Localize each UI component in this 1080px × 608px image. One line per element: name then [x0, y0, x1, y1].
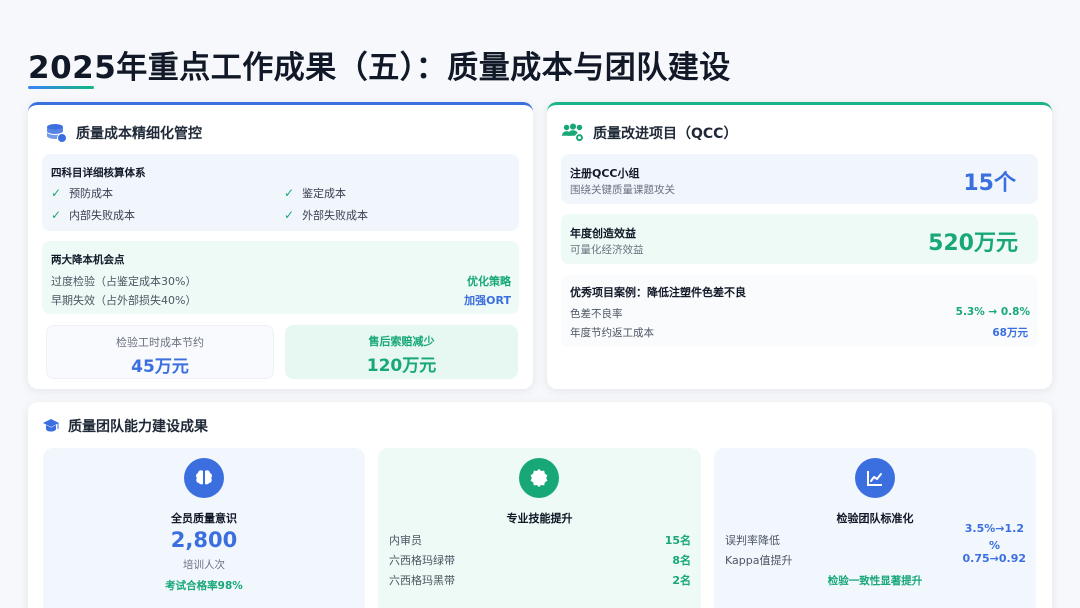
badge-icon: [519, 458, 559, 498]
accounting-system-panel: 四科目详细核算体系 ✓ 预防成本 ✓ 鉴定成本 ✓ 内部失败成本 ✓ 外部失败成…: [42, 154, 519, 231]
check-item-prevention: ✓ 预防成本: [51, 186, 114, 200]
qcc-groups-value: 15个: [963, 171, 1016, 196]
cost-reduction-title: 两大降本机会点: [51, 254, 125, 266]
check-item-internal-failure: ✓ 内部失败成本: [51, 208, 136, 222]
awareness-card: 全员质量意识 2,800 培训人次 考试合格率98%: [43, 448, 365, 608]
qcc-title: 质量改进项目（QCC）: [593, 126, 738, 142]
check-icon: ✓: [51, 208, 62, 222]
opportunity-action: 优化策略: [467, 275, 511, 288]
check-icon: ✓: [284, 186, 295, 200]
qcc-case-value: 5.3% → 0.8%: [955, 306, 1030, 318]
database-coins-icon: [44, 121, 68, 145]
skills-row-label: 六西格玛绿带: [389, 554, 455, 567]
stat-label: 检验工时成本节约: [116, 336, 204, 349]
skills-row-value: 2名: [672, 574, 691, 587]
qcc-card: 质量改进项目（QCC） 注册QCC小组 围绕关键质量课题攻关 15个 年度创造效…: [547, 102, 1052, 389]
skills-row-label: 内审员: [389, 534, 422, 547]
cost-reduction-panel: 两大降本机会点 过度检验（占鉴定成本30%） 优化策略 早期失效（占外部损失40…: [42, 241, 519, 314]
inspection-row-value: 0.75→0.92: [962, 552, 1027, 565]
skills-row-value: 15名: [664, 534, 691, 547]
inspection-row-label: Kappa值提升: [725, 554, 793, 567]
stat-label: 售后索赔减少: [368, 335, 435, 348]
qcc-groups-sub: 围绕关键质量课题攻关: [570, 184, 675, 196]
stat-value: 45万元: [131, 357, 189, 377]
qcc-case-panel: 优秀项目案例：降低注塑件色差不良 色差不良率 5.3% → 0.8% 年度节约返…: [561, 275, 1038, 347]
check-item-appraisal: ✓ 鉴定成本: [284, 186, 347, 200]
skills-title: 专业技能提升: [506, 512, 573, 525]
title-underline: [28, 86, 94, 89]
graduation-cap-icon: [42, 417, 60, 435]
accounting-system-title: 四科目详细核算体系: [51, 167, 146, 179]
qcc-case-label: 年度节约返工成本: [570, 327, 654, 339]
opportunity-text: 早期失效（占外部损失40%）: [51, 294, 197, 307]
qcc-benefit-label: 年度创造效益: [570, 227, 636, 240]
check-item-external-failure: ✓ 外部失败成本: [284, 208, 369, 222]
stat-value: 120万元: [366, 356, 437, 376]
team-building-header: 质量团队能力建设成果: [42, 416, 208, 436]
qcc-case-value: 68万元: [992, 327, 1028, 339]
team-building-title: 质量团队能力建设成果: [68, 419, 208, 435]
inspection-standard-card: 检验团队标准化 误判率降低 3.5%→1.2 % Kappa值提升 0.75→0…: [714, 448, 1036, 608]
claim-reduction-stat: 售后索赔减少 120万元: [285, 325, 518, 379]
opportunity-text: 过度检验（占鉴定成本30%）: [51, 275, 197, 288]
opportunity-action: 加强ORT: [464, 294, 511, 307]
page-title: 2025年重点工作成果（五）：质量成本与团队建设: [28, 50, 731, 86]
inspection-row-value-wrap: %: [988, 539, 1000, 552]
skills-row-label: 六西格玛黑带: [389, 574, 455, 587]
check-icon: ✓: [51, 186, 62, 200]
qcc-header: 质量改进项目（QCC）: [561, 121, 737, 145]
quality-cost-card: 质量成本精细化管控 四科目详细核算体系 ✓ 预防成本 ✓ 鉴定成本 ✓ 内部失败…: [28, 102, 533, 389]
inspection-row-label: 误判率降低: [725, 534, 780, 547]
qcc-groups-label: 注册QCC小组: [570, 167, 640, 180]
inspection-saving-stat: 检验工时成本节约 45万元: [46, 325, 274, 379]
inspection-footer: 检验一致性显著提升: [827, 575, 923, 587]
quality-cost-title: 质量成本精细化管控: [76, 126, 202, 142]
awareness-value: 2,800: [170, 528, 238, 552]
skills-card: 专业技能提升 内审员 15名 六西格玛绿带 8名 六西格玛黑带 2名: [378, 448, 701, 608]
awareness-sub: 培训人次: [183, 559, 225, 571]
team-gear-icon: [561, 121, 585, 145]
qcc-case-label: 色差不良率: [570, 308, 623, 320]
team-building-card: 质量团队能力建设成果 全员质量意识 2,800 培训人次 考试合格率98% 专业…: [28, 402, 1052, 608]
brain-icon: [184, 458, 224, 498]
qcc-benefit-value: 520万元: [928, 231, 1018, 256]
check-icon: ✓: [284, 208, 295, 222]
quality-cost-header: 质量成本精细化管控: [44, 121, 202, 145]
chart-line-icon: [855, 458, 895, 498]
awareness-title: 全员质量意识: [171, 512, 237, 525]
awareness-footer: 考试合格率98%: [165, 580, 243, 592]
inspection-row-value: 3.5%→1.2: [964, 522, 1024, 535]
qcc-benefit-sub: 可量化经济效益: [570, 244, 644, 256]
skills-row-value: 8名: [672, 554, 691, 567]
qcc-case-title: 优秀项目案例：降低注塑件色差不良: [570, 286, 746, 299]
qcc-groups-panel: 注册QCC小组 围绕关键质量课题攻关 15个: [561, 154, 1038, 204]
qcc-benefit-panel: 年度创造效益 可量化经济效益 520万元: [561, 214, 1038, 264]
